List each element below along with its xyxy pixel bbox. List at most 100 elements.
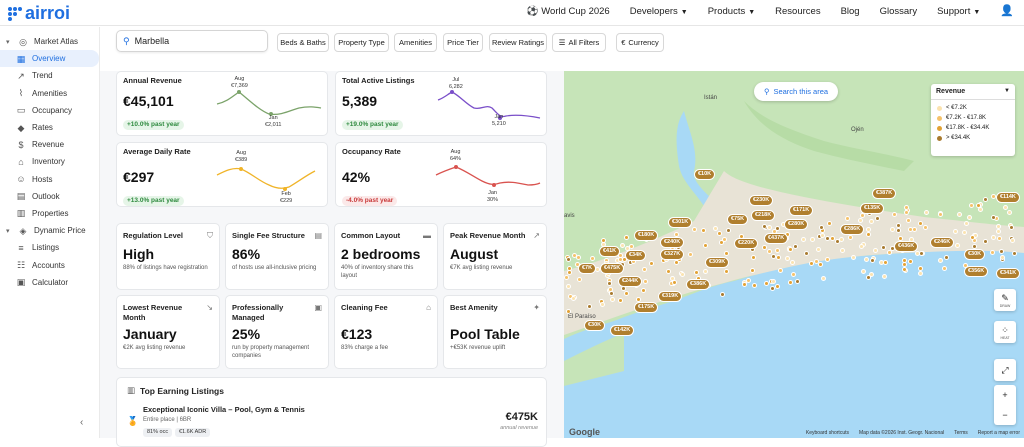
listing-dot[interactable] <box>996 235 1002 241</box>
sidebar-item-dynamic-price[interactable]: ▾ ◈ Dynamic Price <box>0 222 99 239</box>
listing-dot[interactable] <box>570 295 576 301</box>
heat-button[interactable]: ⁘ HEAT <box>994 321 1016 343</box>
map-price-pin[interactable]: €244K <box>618 276 643 287</box>
listing-dot[interactable] <box>937 211 943 217</box>
nav-developers[interactable]: Developers ▼ <box>630 6 688 17</box>
map-price-pin[interactable]: €280K <box>784 219 809 230</box>
stat-cleaning-fee[interactable]: Cleaning Fee ⌂ €123 83% charge a fee <box>334 295 438 369</box>
listing-dot[interactable] <box>917 221 923 227</box>
listing-dot[interactable] <box>787 247 793 253</box>
sidebar-item-market-atlas[interactable]: ▾ ◎ Market Atlas <box>0 33 99 50</box>
listing-dot[interactable] <box>991 214 997 220</box>
listing-dot[interactable] <box>691 226 697 232</box>
listing-dot[interactable] <box>838 237 844 243</box>
sidebar-item-overview[interactable]: ▦ Overview <box>0 50 99 68</box>
listing-dot[interactable] <box>789 260 795 266</box>
stat-common-layout[interactable]: Common Layout ▬ 2 bedrooms 40% of invent… <box>334 223 438 290</box>
fullscreen-button[interactable]: ⤢ <box>994 359 1016 381</box>
stat-lowest-revenue-month[interactable]: Lowest Revenue Month ↘ January €2K avg l… <box>116 295 220 369</box>
stat-professionally-managed[interactable]: Professionally Managed ▣ 25% run by prop… <box>225 295 329 369</box>
listing-dot[interactable] <box>810 236 816 242</box>
kpi-annual-revenue[interactable]: Annual Revenue €45,101 +10.0% past year … <box>116 71 328 136</box>
sidebar-item-hosts[interactable]: ☺ Hosts <box>0 171 99 188</box>
map-price-pin[interactable]: €437K <box>764 233 789 244</box>
kpi-total-active-listings[interactable]: Total Active Listings 5,389 +19.0% past … <box>335 71 547 136</box>
listing-dot[interactable] <box>952 228 958 234</box>
map-price-pin[interactable]: €114K <box>996 192 1020 203</box>
map-price-pin[interactable]: €386K <box>686 279 711 290</box>
listing-dot[interactable] <box>617 256 623 262</box>
map-price-pin[interactable]: €135K <box>860 203 885 214</box>
listing-dot[interactable] <box>771 278 777 284</box>
listing-dot[interactable] <box>861 268 867 274</box>
listing-dot[interactable] <box>721 237 727 243</box>
filter-amenities[interactable]: Amenities <box>394 33 437 52</box>
map-price-pin[interactable]: €218K <box>751 210 776 221</box>
map-price-pin[interactable]: €356K <box>964 266 989 277</box>
search-this-area-button[interactable]: ⚲ Search this area <box>754 82 838 101</box>
map-price-pin[interactable]: €142K <box>610 325 635 336</box>
sidebar-item-calculator[interactable]: ▣ Calculator <box>0 274 99 291</box>
listing-dot[interactable] <box>607 280 613 286</box>
nav-products[interactable]: Products ▼ <box>708 6 755 17</box>
collapse-sidebar-icon[interactable]: ‹ <box>80 417 83 428</box>
stat-single-fee-structure[interactable]: Single Fee Structure ▤ 86% of hosts use … <box>225 223 329 290</box>
map-price-pin[interactable]: €175K <box>634 302 659 313</box>
map-price-pin[interactable]: €240K <box>660 237 685 248</box>
logo[interactable]: airroi <box>8 3 70 24</box>
listing-dot[interactable] <box>751 282 757 288</box>
listing-dot[interactable] <box>599 301 605 307</box>
listing-dot[interactable] <box>619 243 625 249</box>
listing-dot[interactable] <box>868 218 874 224</box>
sidebar-item-listings[interactable]: ≡ Listings <box>0 239 99 256</box>
sidebar-item-accounts[interactable]: ☷ Accounts <box>0 256 99 273</box>
listing-dot[interactable] <box>998 248 1004 254</box>
listing-dot[interactable] <box>565 284 571 290</box>
listing-dot[interactable] <box>618 297 624 303</box>
listing-dot[interactable] <box>565 256 571 262</box>
listing-dot[interactable] <box>749 268 755 274</box>
map-price-pin[interactable]: €34K <box>625 250 647 261</box>
stat-peak-revenue-month[interactable]: Peak Revenue Month ↗ August €7K avg list… <box>443 223 547 290</box>
keyboard-shortcuts-link[interactable]: Keyboard shortcuts <box>806 430 849 436</box>
map-price-pin[interactable]: €309K <box>705 257 730 268</box>
map-price-pin[interactable]: €41K <box>599 246 621 257</box>
listing-dot[interactable] <box>989 249 995 255</box>
listing-dot[interactable] <box>672 279 677 285</box>
sidebar-item-rates[interactable]: ◆ Rates <box>0 119 99 136</box>
listing-dot[interactable] <box>589 256 595 262</box>
listing-dot[interactable] <box>963 220 969 226</box>
map-price-pin[interactable]: €30K <box>584 320 606 331</box>
listing-dot[interactable] <box>628 244 634 250</box>
nav-glossary[interactable]: Glossary <box>880 6 917 17</box>
listing-dot[interactable] <box>844 215 850 221</box>
kpi-occupancy-rate[interactable]: Occupancy Rate 42% -4.0% past year Aug 64… <box>335 142 547 207</box>
listing-dot[interactable] <box>565 309 571 315</box>
map-price-pin[interactable]: €75K <box>727 214 749 225</box>
listing-dot[interactable] <box>1002 204 1008 210</box>
listing-dot[interactable] <box>763 280 769 286</box>
listing-dot[interactable] <box>723 269 729 275</box>
nav-resources[interactable]: Resources <box>775 6 820 17</box>
listing-dot[interactable] <box>857 217 863 223</box>
sidebar-item-occupancy[interactable]: ▭ Occupancy <box>0 102 99 119</box>
terms-link[interactable]: Terms <box>954 430 968 436</box>
listing-dot[interactable] <box>918 265 924 271</box>
filter-price-tier[interactable]: Price Tier <box>443 33 483 52</box>
map[interactable]: Istán Ojén avis El Paraíso ⚲ Search this … <box>564 71 1024 438</box>
zoom-in-button[interactable]: + <box>1002 385 1007 405</box>
map-price-pin[interactable]: €30K <box>964 249 986 260</box>
listing-dot[interactable] <box>1008 225 1014 231</box>
listing-dot[interactable] <box>880 244 886 250</box>
nav-blog[interactable]: Blog <box>841 6 860 17</box>
listing-dot[interactable] <box>776 254 782 260</box>
sidebar-item-trend[interactable]: ↗ Trend <box>0 67 99 84</box>
listing-dot[interactable] <box>641 266 647 272</box>
map-price-pin[interactable]: €230K <box>749 195 774 206</box>
map-price-pin[interactable]: €475K <box>600 263 625 274</box>
listing-dot[interactable] <box>703 242 708 248</box>
listing-dot[interactable] <box>575 254 581 260</box>
legend-dropdown[interactable]: Revenue ▼ <box>931 84 1015 100</box>
sidebar-item-properties[interactable]: ▥ Properties <box>0 205 99 222</box>
map-price-pin[interactable]: €10K <box>694 169 716 180</box>
